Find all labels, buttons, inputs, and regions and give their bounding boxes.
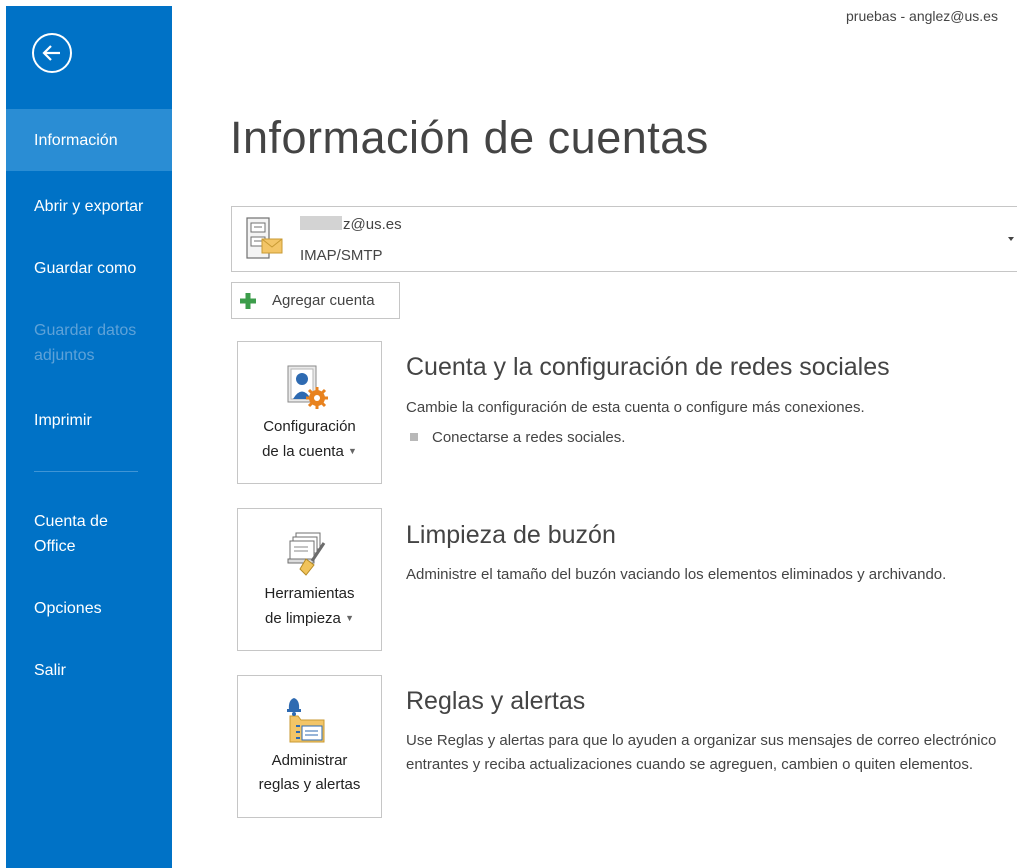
bullet-square-icon [410, 433, 418, 441]
cleanup-tools-button[interactable]: Herramientas de limpieza ▼ [237, 508, 382, 651]
tile-label: Configuración de la cuenta ▼ [238, 415, 381, 464]
account-settings-icon [287, 365, 328, 409]
tile-label-line1: Configuración [263, 418, 356, 435]
chevron-down-icon: ▼ [345, 613, 354, 623]
nav-label: Opciones [34, 600, 102, 617]
rules-alerts-icon [287, 698, 325, 743]
tile-label-line2: reglas y alertas [258, 776, 361, 793]
section-description: Administre el tamaño del buzón vaciando … [406, 566, 947, 583]
nav-informacion[interactable]: Información [6, 109, 172, 171]
account-settings-button[interactable]: Configuración de la cuenta ▼ [237, 341, 382, 484]
account-selector[interactable]: z@us.es IMAP/SMTP [231, 206, 1017, 272]
tile-label-line2-text: de la cuenta [262, 443, 344, 460]
account-email-text: z@us.es [343, 216, 402, 233]
backstage-sidebar: Información Abrir y exportar Guardar com… [6, 6, 172, 868]
nav-cuenta-office[interactable]: Cuenta de Office [6, 509, 126, 559]
chevron-down-icon [1008, 237, 1014, 241]
add-account-label: Agregar cuenta [272, 292, 375, 309]
nav-guardar-como[interactable]: Guardar como [6, 256, 172, 281]
nav-label: Guardar como [34, 260, 137, 277]
bullet-text: Conectarse a redes sociales. [432, 429, 626, 446]
nav-divider [34, 471, 138, 472]
page-title: Información de cuentas [230, 112, 709, 163]
account-type: IMAP/SMTP [300, 247, 383, 264]
account-server-mail-icon [246, 217, 283, 259]
nav-guardar-datos-adjuntos: Guardar datos adjuntos [6, 318, 146, 368]
nav-label: Abrir y exportar [34, 198, 144, 215]
section-description: Cambie la configuración de esta cuenta o… [406, 399, 865, 416]
nav-abrir-exportar[interactable]: Abrir y exportar [6, 194, 172, 219]
tile-label: Administrar reglas y alertas [238, 749, 381, 797]
nav-label: Guardar datos adjuntos [34, 322, 137, 364]
section-heading: Cuenta y la configuración de redes socia… [406, 353, 890, 381]
nav-label: Información [34, 132, 118, 149]
tile-label-line1: Administrar [271, 752, 348, 769]
nav-label: Salir [34, 662, 67, 679]
nav-opciones[interactable]: Opciones [6, 596, 172, 621]
nav-label: Cuenta de Office [34, 513, 108, 555]
redacted-text [300, 216, 342, 230]
nav-salir[interactable]: Salir [6, 658, 172, 683]
manage-rules-alerts-button[interactable]: Administrar reglas y alertas [237, 675, 382, 818]
tile-label-line2: de la cuenta ▼ [238, 439, 381, 464]
tile-label-line2-text: de limpieza [265, 610, 341, 627]
connect-social-networks-link[interactable]: Conectarse a redes sociales. [406, 428, 625, 448]
chevron-down-icon: ▼ [347, 446, 357, 456]
section-heading: Limpieza de buzón [406, 521, 616, 549]
account-email: z@us.es [300, 216, 402, 233]
mailbox-cleanup-icon [287, 532, 326, 576]
tile-label-line1: Herramientas [264, 585, 355, 602]
back-button[interactable] [32, 33, 72, 73]
back-arrow-icon [42, 45, 60, 61]
nav-imprimir[interactable]: Imprimir [6, 408, 172, 433]
user-account-label: pruebas - anglez@us.es [846, 8, 998, 24]
section-heading: Reglas y alertas [406, 687, 586, 715]
tile-label-line2: de limpieza ▼ [238, 606, 381, 631]
section-description: Use Reglas y alertas para que lo ayuden … [406, 732, 997, 773]
nav-label: Imprimir [34, 412, 92, 429]
tile-label: Herramientas de limpieza ▼ [238, 582, 381, 631]
add-account-button[interactable]: Agregar cuenta [231, 282, 400, 319]
plus-icon [240, 293, 256, 309]
